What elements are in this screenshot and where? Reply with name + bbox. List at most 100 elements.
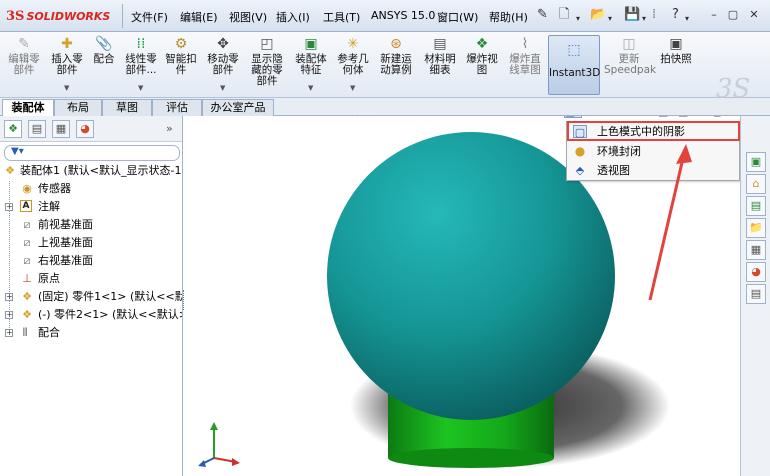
new-motion-study-button[interactable]: ⊛ 新建运 动算例	[375, 36, 417, 94]
viewport-tile-icon[interactable]: ◫	[658, 116, 668, 118]
view-orientation-icon[interactable]: ◩▾	[428, 116, 444, 118]
property-manager-tab-icon[interactable]: ▤	[28, 120, 46, 138]
tree-item-sensors[interactable]: ◉ 传感器	[0, 180, 182, 198]
help-icon[interactable]: ?	[672, 8, 679, 22]
tree-item-assembly[interactable]: ❖ 装配体1 (默认<默认_显示状态-1	[0, 162, 182, 180]
chevron-down-icon[interactable]: ▼	[138, 84, 143, 92]
linear-pattern-button[interactable]: ⁞⁞ 线性零 部件... ▼	[120, 36, 162, 94]
edit-part-icon: ✎	[18, 36, 30, 52]
restore-icon[interactable]: ▢	[727, 9, 739, 20]
assembly-feature-icon: ▣	[304, 36, 318, 52]
update-speedpak-button[interactable]: ◫ 更新 Speedpak	[604, 36, 656, 94]
new-document-icon[interactable]: 🗋	[559, 8, 569, 22]
menu-file[interactable]: 文件(F)	[131, 9, 168, 25]
viewport-close-icon[interactable]: ✕	[727, 116, 736, 118]
tree-item-label: 前视基准面	[38, 218, 93, 231]
tree-item-mates[interactable]: + ⫴ 配合	[0, 324, 182, 342]
arrow-shaft	[648, 153, 686, 301]
appearances-icon[interactable]: ◕	[746, 262, 766, 282]
solidworks-logo[interactable]: 3S SOLIDWORKS	[0, 0, 122, 32]
apply-scene-icon[interactable]: ◒▾	[536, 116, 551, 118]
view-settings-icon[interactable]: ▣▾	[564, 116, 582, 118]
viewport-restore-icon[interactable]: ▢	[712, 116, 722, 118]
feature-tree-tab-icon[interactable]: ❖	[4, 120, 22, 138]
new-dropdown-icon[interactable]: ▾	[576, 12, 580, 26]
menu-edit[interactable]: 编辑(E)	[180, 9, 218, 25]
move-component-button[interactable]: ✥ 移动零 部件 ▼	[202, 36, 244, 94]
view-palette-icon[interactable]: ▦	[746, 240, 766, 260]
tab-layout[interactable]: 布局	[54, 99, 102, 116]
expand-panel-icon[interactable]: »	[166, 122, 173, 135]
custom-properties-icon[interactable]: ▤	[746, 284, 766, 304]
show-hidden-components-button[interactable]: ◰ 显示隐 藏的零 部件	[246, 36, 288, 94]
configuration-manager-tab-icon[interactable]: ▦	[52, 120, 70, 138]
save-dropdown-icon[interactable]: ▾	[642, 12, 646, 26]
tree-item-front-plane[interactable]: ⧄ 前视基准面	[0, 216, 182, 234]
smart-fastener-button[interactable]: ⚙ 智能扣 件	[162, 36, 200, 94]
menu-help[interactable]: 帮助(H)	[489, 9, 528, 25]
tree-filter[interactable]: ▼▾	[4, 145, 180, 161]
tree-item-part2[interactable]: + ❖ (-) 零件2<1> (默认<<默认>	[0, 306, 182, 324]
mates-folder-icon: ⫴	[22, 326, 28, 339]
chevron-down-icon[interactable]: ▼	[308, 84, 313, 92]
hide-show-items-icon[interactable]: 👁▾	[484, 116, 504, 118]
tab-assembly[interactable]: 装配体	[2, 99, 54, 117]
expand-icon[interactable]: +	[5, 311, 13, 319]
zoom-area-icon[interactable]: 🔎	[366, 116, 380, 118]
menu-window[interactable]: 窗口(W)	[437, 9, 478, 25]
chevron-down-icon[interactable]: ▼	[220, 84, 225, 92]
previous-view-icon[interactable]: ↶	[387, 116, 396, 118]
insert-component-button[interactable]: ✚ 插入零 部件 ▼	[46, 36, 88, 94]
expand-icon[interactable]: +	[5, 203, 13, 211]
section-view-icon[interactable]: ◧	[406, 116, 416, 118]
tree-item-origin[interactable]: ⊥ 原点	[0, 270, 182, 288]
expand-icon[interactable]: +	[5, 329, 13, 337]
viewport-minimize-icon[interactable]: –	[698, 116, 704, 118]
plane-icon: ⧄	[23, 218, 31, 231]
open-dropdown-icon[interactable]: ▾	[608, 12, 612, 26]
zoom-to-fit-icon[interactable]: 🔍	[346, 116, 360, 118]
display-style-icon[interactable]: ◨▾	[456, 116, 472, 118]
tree-item-label: (-) 零件2<1> (默认<<默认>	[38, 308, 182, 321]
resources-icon[interactable]: ▣	[746, 152, 766, 172]
minimize-icon[interactable]: –	[708, 9, 720, 20]
bom-button[interactable]: ▤ 材料明 细表	[420, 36, 460, 94]
menu-ansys[interactable]: ANSYS 15.0	[371, 9, 435, 22]
open-folder-icon[interactable]: 📂	[590, 8, 606, 22]
save-icon[interactable]: 💾	[624, 8, 640, 22]
tree-item-annotations[interactable]: + A 注解	[0, 198, 182, 216]
tree-item-part1[interactable]: + ❖ (固定) 零件1<1> (默认<<默	[0, 288, 182, 306]
tree-item-top-plane[interactable]: ⧄ 上视基准面	[0, 234, 182, 252]
display-manager-tab-icon[interactable]: ◕	[76, 120, 94, 138]
menu-view[interactable]: 视图(V)	[229, 9, 267, 25]
home-icon[interactable]: ⌂	[746, 174, 766, 194]
assembly-feature-button[interactable]: ▣ 装配体 特征 ▼	[290, 36, 332, 94]
reference-geometry-button[interactable]: ✳ 参考几 何体 ▼	[332, 36, 374, 94]
tab-evaluate[interactable]: 评估	[152, 99, 202, 116]
chevron-down-icon[interactable]: ▼	[350, 84, 355, 92]
mate-button[interactable]: 📎 配合	[88, 36, 120, 94]
design-library-icon[interactable]: ▤	[746, 196, 766, 216]
edit-part-button[interactable]: ✎ 编辑零 部件	[4, 36, 44, 94]
chevron-down-icon[interactable]: ▼	[64, 84, 69, 92]
exploded-view-button[interactable]: ❖ 爆炸视 图	[462, 36, 502, 94]
tab-office-products[interactable]: 办公室产品	[202, 99, 274, 116]
menu-divider	[122, 4, 123, 28]
close-icon[interactable]: ✕	[748, 9, 760, 20]
expand-icon[interactable]: +	[5, 293, 13, 301]
viewport-split-icon[interactable]: ◧	[678, 116, 688, 118]
tab-sketch[interactable]: 草图	[102, 99, 152, 116]
menu-insert[interactable]: 插入(I)	[276, 9, 310, 25]
edit-appearance-icon[interactable]: ◕	[516, 116, 526, 118]
tree-item-right-plane[interactable]: ⧄ 右视基准面	[0, 252, 182, 270]
perspective-icon: ⬘	[575, 164, 585, 177]
file-explorer-icon[interactable]: 📁	[746, 218, 766, 238]
menu-tools[interactable]: 工具(T)	[323, 9, 360, 25]
snapshot-button[interactable]: ▣ 拍快照	[656, 36, 696, 94]
instant3d-button[interactable]: ⬚ Instant3D	[548, 35, 600, 95]
tree-item-label: 原点	[38, 272, 60, 285]
explode-line-sketch-button[interactable]: ⌇ 爆炸直 线草图	[504, 36, 546, 94]
help-dropdown-icon[interactable]: ▾	[685, 12, 689, 26]
ds-logo-icon: 3S	[6, 8, 25, 24]
pin-icon[interactable]: ✎	[537, 8, 548, 22]
